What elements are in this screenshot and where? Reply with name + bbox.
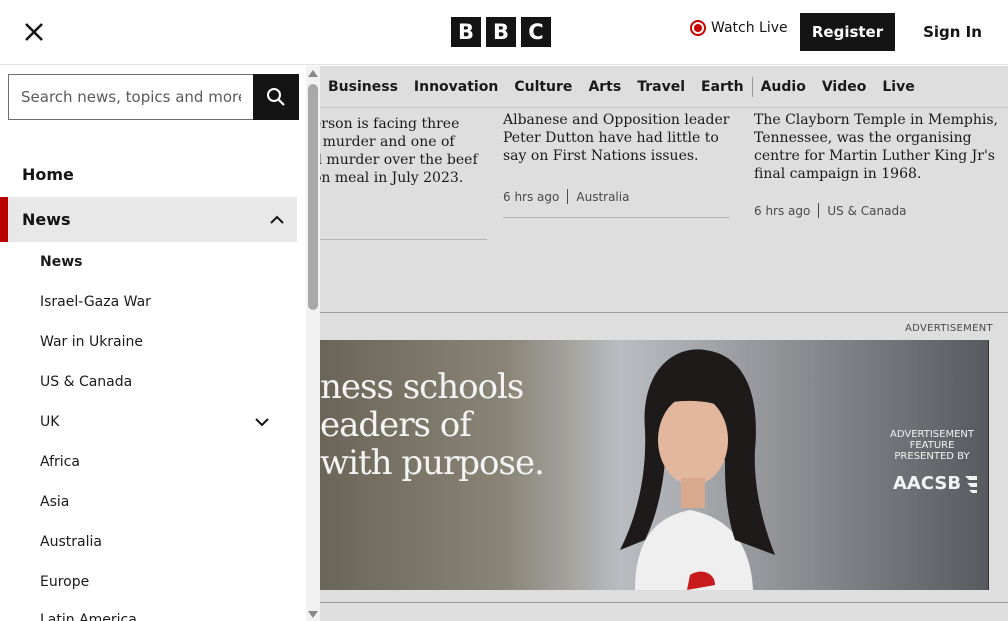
aacsb-mark-icon (965, 475, 978, 493)
divider (320, 239, 487, 240)
nav-arts[interactable]: Arts (580, 79, 629, 95)
advertisement-label: ADVERTISEMENT (905, 323, 993, 334)
submenu-label: Australia (40, 534, 102, 550)
woman-portrait-image (620, 349, 775, 590)
article-line: erson is facing three (313, 116, 460, 132)
menu-item-home[interactable]: Home (0, 162, 297, 186)
section-tag[interactable]: Australia (576, 190, 629, 204)
close-menu-button[interactable] (18, 16, 50, 48)
watch-live-label: Watch Live (711, 20, 788, 36)
timestamp: 6 hrs ago (754, 203, 811, 218)
ad-feature-text: ADVERTISEMENT FEATURE PRESENTED BY (889, 429, 974, 462)
ad-headline-line: ness schools (320, 367, 524, 407)
submenu-label: Latin America (40, 612, 137, 621)
logo-letter: B (486, 17, 516, 47)
menu-item-label: News (22, 210, 71, 229)
article-line: Tennessee, was the organising (754, 130, 972, 146)
section-tag[interactable]: US & Canada (827, 204, 906, 218)
submenu-item[interactable]: Asia (40, 494, 270, 510)
live-icon (690, 20, 706, 36)
scroll-up-arrow-icon[interactable] (308, 70, 318, 77)
nav-earth[interactable]: Earth (693, 79, 752, 95)
divider (503, 217, 730, 218)
article-summary[interactable]: Albanese and Opposition leader Peter Dut… (503, 111, 733, 165)
article-line: The Clayborn Temple in Memphis, (754, 112, 999, 128)
submenu-item[interactable]: Africa (40, 454, 270, 470)
submenu-label: War in Ukraine (40, 334, 144, 350)
submenu-item[interactable]: Latin America (40, 612, 270, 621)
article-line: Albanese and Opposition leader (503, 112, 730, 128)
section-divider (320, 312, 1008, 313)
timestamp: 6 hrs ago (503, 189, 560, 204)
article-line: say on First Nations issues. (503, 148, 699, 164)
aacsb-logo: AACSB (893, 473, 979, 494)
nav-audio[interactable]: Audio (753, 79, 814, 95)
sponsor-name: AACSB (893, 473, 962, 494)
submenu-label: Africa (40, 454, 80, 470)
nav-video[interactable]: Video (814, 79, 875, 95)
submenu-item[interactable]: Australia (40, 534, 270, 550)
meta-divider (567, 189, 569, 204)
article-meta: 6 hrs ago US & Canada (754, 203, 906, 218)
advertisement-banner[interactable]: ness schools eaders of with purpose. ADV… (320, 340, 989, 590)
submenu-label: UK (40, 414, 60, 430)
section-nav: Business Innovation Culture Arts Travel … (320, 66, 1008, 108)
chevron-up-icon[interactable] (269, 215, 285, 225)
article-summary[interactable]: erson is facing three f murder and one o… (313, 115, 483, 187)
submenu-item[interactable]: US & Canada (40, 374, 270, 390)
scrollbar-thumb[interactable] (308, 84, 318, 310)
nav-travel[interactable]: Travel (629, 79, 693, 95)
submenu-label: US & Canada (40, 374, 133, 390)
article-line: f murder and one of (313, 134, 455, 150)
nav-business[interactable]: Business (320, 79, 406, 95)
menu-item-label: Home (22, 164, 74, 184)
scroll-down-arrow-icon[interactable] (308, 611, 318, 618)
logo-letter: C (521, 17, 551, 47)
section-divider (320, 602, 1008, 603)
search-button[interactable] (253, 74, 299, 120)
submenu-item[interactable]: Israel-Gaza War (40, 294, 270, 310)
search-icon (267, 88, 285, 106)
submenu-label: Asia (40, 494, 70, 510)
nav-culture[interactable]: Culture (506, 79, 580, 95)
submenu-item[interactable]: War in Ukraine (40, 334, 270, 350)
search-bar (8, 74, 299, 120)
submenu-label: News (40, 254, 83, 270)
article-line: on meal in July 2023. (313, 170, 464, 186)
submenu-item[interactable]: Europe (40, 574, 270, 590)
article-line: Peter Dutton have had little to (503, 130, 719, 146)
article-line: d murder over the beef (313, 152, 478, 168)
article-line: final campaign in 1968. (754, 166, 922, 182)
close-icon (25, 23, 43, 41)
menu-item-news[interactable]: News (0, 197, 297, 242)
sign-in-button[interactable]: Sign In (910, 13, 995, 51)
nav-live[interactable]: Live (874, 79, 922, 95)
submenu-label: Europe (40, 574, 90, 590)
ad-headline-line: eaders of (320, 405, 472, 445)
nav-innovation[interactable]: Innovation (406, 79, 506, 95)
ad-headline: ness schools eaders of with purpose. (320, 367, 545, 483)
meta-divider (818, 203, 820, 218)
chevron-down-icon[interactable] (254, 417, 270, 427)
bbc-logo[interactable]: B B C (451, 17, 551, 47)
watch-live-link[interactable]: Watch Live (690, 20, 788, 36)
logo-letter: B (451, 17, 481, 47)
register-button[interactable]: Register (800, 13, 895, 51)
article-summary[interactable]: The Clayborn Temple in Memphis, Tennesse… (754, 111, 999, 183)
submenu-label: Israel-Gaza War (40, 294, 151, 310)
top-bar: B B C Watch Live Register Sign In (0, 0, 1008, 65)
article-line: centre for Martin Luther King Jr's (754, 148, 995, 164)
navigation-drawer: Home News News Israel-Gaza War War in Uk… (0, 66, 320, 621)
article-meta: 6 hrs ago Australia (503, 189, 629, 204)
submenu-item[interactable]: UK (40, 414, 270, 430)
ad-headline-line: with purpose. (320, 443, 545, 483)
submenu-item[interactable]: News (40, 254, 270, 270)
search-input[interactable] (8, 74, 253, 120)
